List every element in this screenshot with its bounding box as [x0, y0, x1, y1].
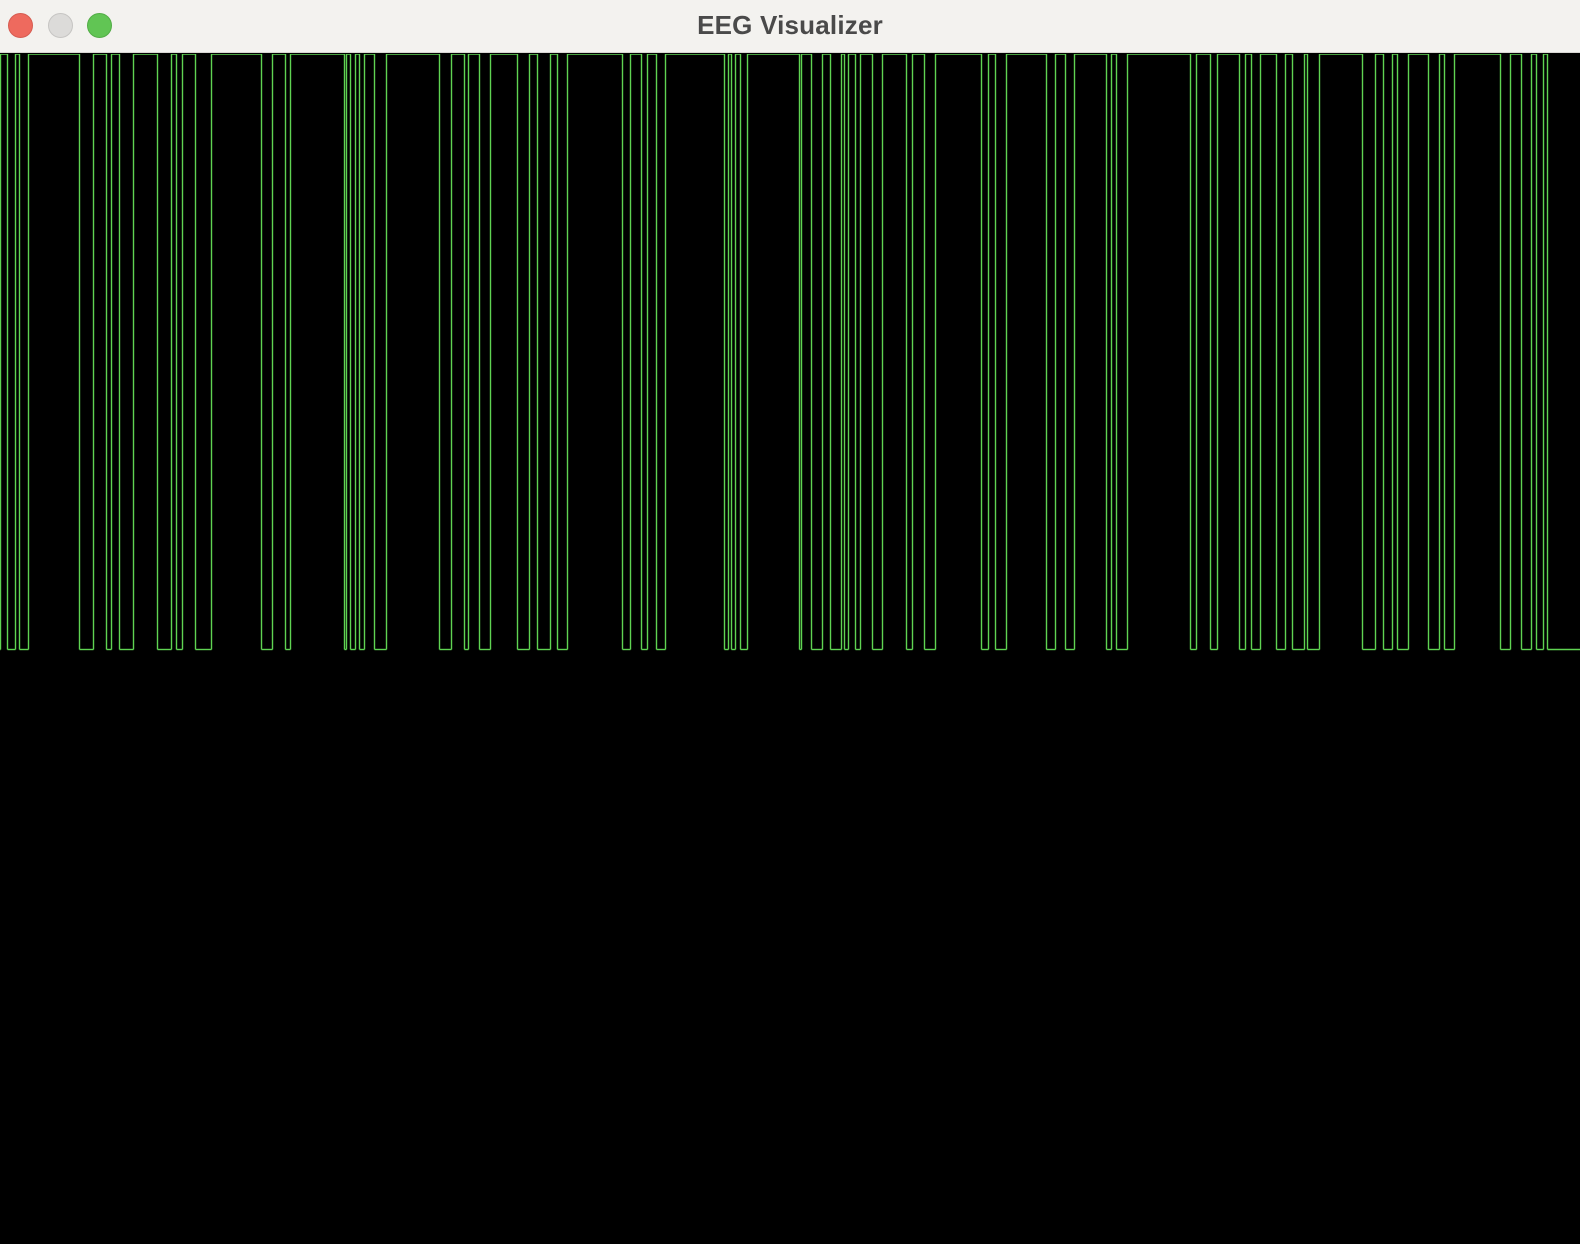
trace-pulse [549, 54, 559, 650]
trace-pulse [629, 54, 643, 650]
trace-pulse [1216, 54, 1241, 650]
trace-pulse [1318, 54, 1364, 650]
trace-pulse [14, 54, 21, 650]
trace-pulse [847, 54, 857, 650]
trace-pulse [566, 54, 624, 650]
trace-pulse [1453, 54, 1502, 650]
trace-pulse [132, 54, 159, 650]
trace-pulse [881, 54, 908, 650]
trace-pulse [821, 54, 832, 650]
trace-pulse [727, 54, 733, 650]
trace-pulse [181, 54, 197, 650]
trace-pulse [1244, 54, 1253, 650]
trace-pulse [110, 54, 121, 650]
trace-pulse [800, 54, 813, 650]
title-bar[interactable]: EEG Visualizer [0, 0, 1580, 53]
trace-pulse [467, 54, 481, 650]
trace-pulse [0, 54, 9, 650]
trace-pulse [1054, 54, 1067, 650]
trace-pulse [528, 54, 539, 650]
trace-pulse [385, 54, 441, 650]
trace-pulse [1195, 54, 1212, 650]
trace-pulse [1542, 54, 1549, 650]
trace-pulse [92, 54, 108, 650]
trace-pulse [1374, 54, 1385, 650]
trace-pulse [934, 54, 983, 650]
trace-pulse [354, 54, 361, 650]
trace-pulse [1407, 54, 1430, 650]
trace-pulse [271, 54, 287, 650]
app-window: EEG Visualizer [0, 0, 1580, 1244]
trace-pulse [1005, 54, 1048, 650]
trace-pulse [1303, 54, 1309, 650]
trace-pulse [746, 54, 801, 650]
trace-pulse [664, 54, 726, 650]
trace-pulse [27, 54, 81, 650]
trace-pulse [1530, 54, 1538, 650]
trace-pulse [1284, 54, 1294, 650]
trace-pulse [1509, 54, 1523, 650]
trace-pulse [450, 54, 466, 650]
trace-pulse [170, 54, 178, 650]
trace-pulse [646, 54, 658, 650]
trace-pulse [345, 54, 352, 650]
trace-pulse [1110, 54, 1118, 650]
eeg-plot [0, 54, 1580, 651]
trace-pulse [363, 54, 376, 650]
trace-pulse [859, 54, 874, 650]
trace-pulse [734, 54, 742, 650]
trace-pulse [1259, 54, 1278, 650]
trace-pulse [489, 54, 519, 650]
trace-pulse [1126, 54, 1192, 650]
window-title: EEG Visualizer [697, 10, 883, 40]
trace-pulse [911, 54, 926, 650]
eeg-canvas[interactable] [0, 54, 1580, 1244]
trace-pulse [289, 54, 346, 650]
trace-pulse [1073, 54, 1108, 650]
trace-pulse [987, 54, 997, 650]
trace-pulse [1391, 54, 1399, 650]
trace-pulse [840, 54, 846, 650]
trace-pulse [1438, 54, 1446, 650]
trace-pulse [210, 54, 263, 650]
